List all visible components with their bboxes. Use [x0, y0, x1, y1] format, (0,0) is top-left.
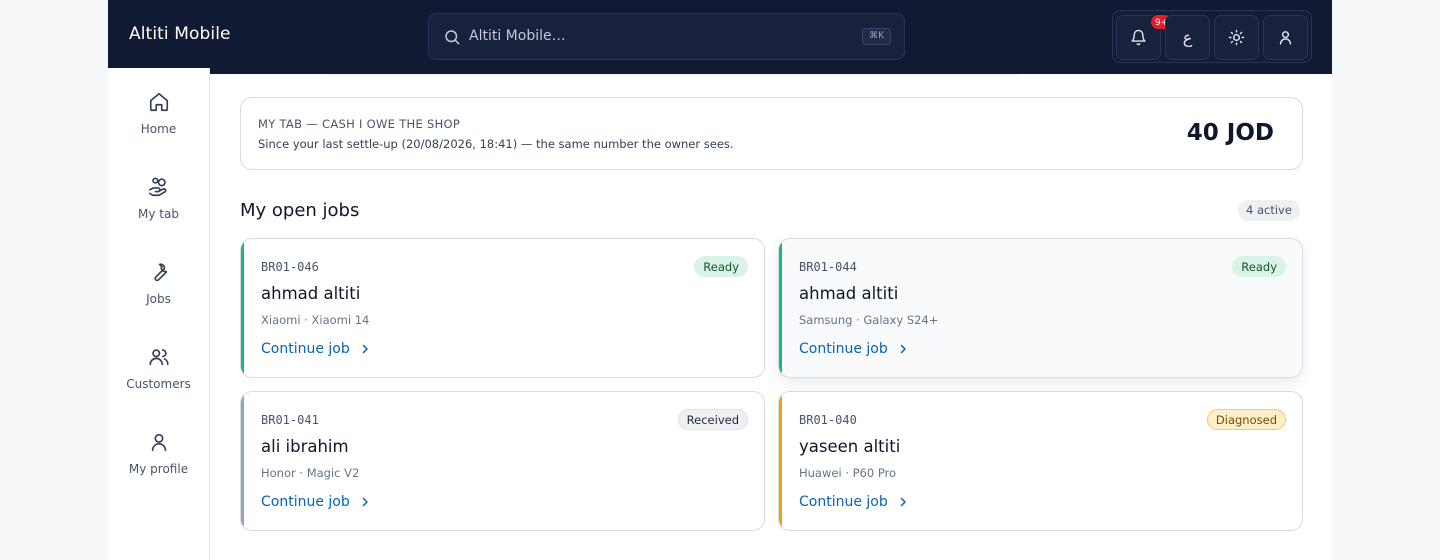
- chevron-right-icon: [900, 497, 906, 507]
- sidebar-item-label: Home: [140, 122, 177, 136]
- user-icon: [1279, 31, 1292, 45]
- continue-job-link[interactable]: Continue job: [799, 341, 909, 357]
- sidebar-item-my-tab[interactable]: My tab: [108, 176, 209, 246]
- job-status-accent: [241, 239, 244, 377]
- job-code: BR01-044: [799, 260, 857, 274]
- notifications-button[interactable]: 9+: [1116, 14, 1174, 60]
- my-tab-amount: 40 JOD: [1186, 120, 1274, 146]
- sun-icon: [1228, 29, 1245, 46]
- active-jobs-count-badge: 4 active: [1238, 200, 1300, 221]
- customer-name: ahmad altiti: [261, 284, 361, 303]
- my-tab-summary-card: MY TAB — CASH I OWE THE SHOP Since your …: [240, 97, 1303, 170]
- customer-name: yaseen altiti: [799, 437, 901, 456]
- continue-job-link[interactable]: Continue job: [261, 341, 371, 357]
- sidebar: Home My tab Jobs Customers My profile: [108, 68, 210, 560]
- chevron-right-icon: [362, 497, 368, 507]
- chevron-right-icon: [362, 344, 368, 354]
- continue-job-link[interactable]: Continue job: [261, 494, 371, 510]
- sidebar-item-my-profile[interactable]: My profile: [108, 431, 209, 501]
- sidebar-item-label: Jobs: [146, 292, 171, 306]
- device-label: Huawei · P60 Pro: [799, 466, 897, 480]
- wrench-icon: [153, 263, 167, 282]
- job-card[interactable]: BR01-041 Received ali ibrahim Honor · Ma…: [240, 391, 765, 531]
- customer-name: ali ibrahim: [261, 437, 349, 456]
- sidebar-item-jobs[interactable]: Jobs: [108, 261, 209, 331]
- job-code: BR01-041: [261, 413, 319, 427]
- device-label: Samsung · Galaxy S24+: [799, 313, 939, 327]
- app-shell: Altiti Mobile Altiti Mobile… ⌘K 9+ ع Hom…: [108, 0, 1332, 560]
- job-status-accent: [779, 239, 782, 377]
- device-label: Xiaomi · Xiaomi 14: [261, 313, 370, 327]
- users-icon: [148, 349, 169, 366]
- job-status-accent: [779, 392, 782, 530]
- job-code: BR01-040: [799, 413, 857, 427]
- job-status-accent: [241, 392, 244, 530]
- sidebar-item-label: My profile: [128, 462, 189, 476]
- status-badge: Received: [677, 409, 748, 430]
- continue-job-label: Continue job: [261, 341, 350, 357]
- customer-name: ahmad altiti: [799, 284, 899, 303]
- continue-job-label: Continue job: [799, 341, 888, 357]
- continue-job-label: Continue job: [799, 494, 888, 510]
- sidebar-item-home[interactable]: Home: [108, 91, 209, 161]
- device-label: Honor · Magic V2: [261, 466, 360, 480]
- hand-coins-icon: [148, 177, 166, 197]
- top-bar: Altiti Mobile Altiti Mobile… ⌘K 9+ ع: [108, 0, 1332, 74]
- chevron-right-icon: [900, 344, 906, 354]
- search-placeholder: Altiti Mobile…: [469, 28, 566, 44]
- status-badge: Ready: [694, 256, 748, 277]
- search-icon: [445, 30, 460, 45]
- job-card[interactable]: BR01-044 Ready ahmad altiti Samsung · Ga…: [778, 238, 1303, 378]
- continue-job-link[interactable]: Continue job: [799, 494, 909, 510]
- home-icon: [149, 92, 168, 112]
- account-button[interactable]: [1263, 15, 1308, 60]
- job-card[interactable]: BR01-046 Ready ahmad altiti Xiaomi · Xia…: [240, 238, 765, 378]
- language-label: ع: [1182, 28, 1193, 47]
- job-code: BR01-046: [261, 260, 319, 274]
- brand-name[interactable]: Altiti Mobile: [129, 24, 231, 44]
- theme-toggle-button[interactable]: [1214, 15, 1259, 60]
- bell-icon: [1131, 29, 1146, 46]
- header-shadow: [328, 74, 1018, 78]
- search-input[interactable]: Altiti Mobile… ⌘K: [428, 13, 905, 60]
- my-tab-title: MY TAB — CASH I OWE THE SHOP: [258, 117, 461, 131]
- language-toggle-button[interactable]: ع: [1165, 15, 1210, 60]
- job-card[interactable]: BR01-040 Diagnosed yaseen altiti Huawei …: [778, 391, 1303, 531]
- user-icon: [151, 433, 166, 452]
- sidebar-item-label: My tab: [138, 207, 179, 221]
- status-badge: Ready: [1232, 256, 1286, 277]
- open-jobs-heading: My open jobs: [240, 200, 360, 221]
- continue-job-label: Continue job: [261, 494, 350, 510]
- sidebar-item-label: Customers: [126, 377, 191, 391]
- status-badge: Diagnosed: [1206, 409, 1286, 430]
- my-tab-subtitle: Since your last settle-up (20/08/2026, 1…: [258, 137, 734, 151]
- header-actions: 9+ ع: [1112, 10, 1312, 63]
- sidebar-item-customers[interactable]: Customers: [108, 346, 209, 416]
- search-shortcut-hint: ⌘K: [862, 28, 891, 45]
